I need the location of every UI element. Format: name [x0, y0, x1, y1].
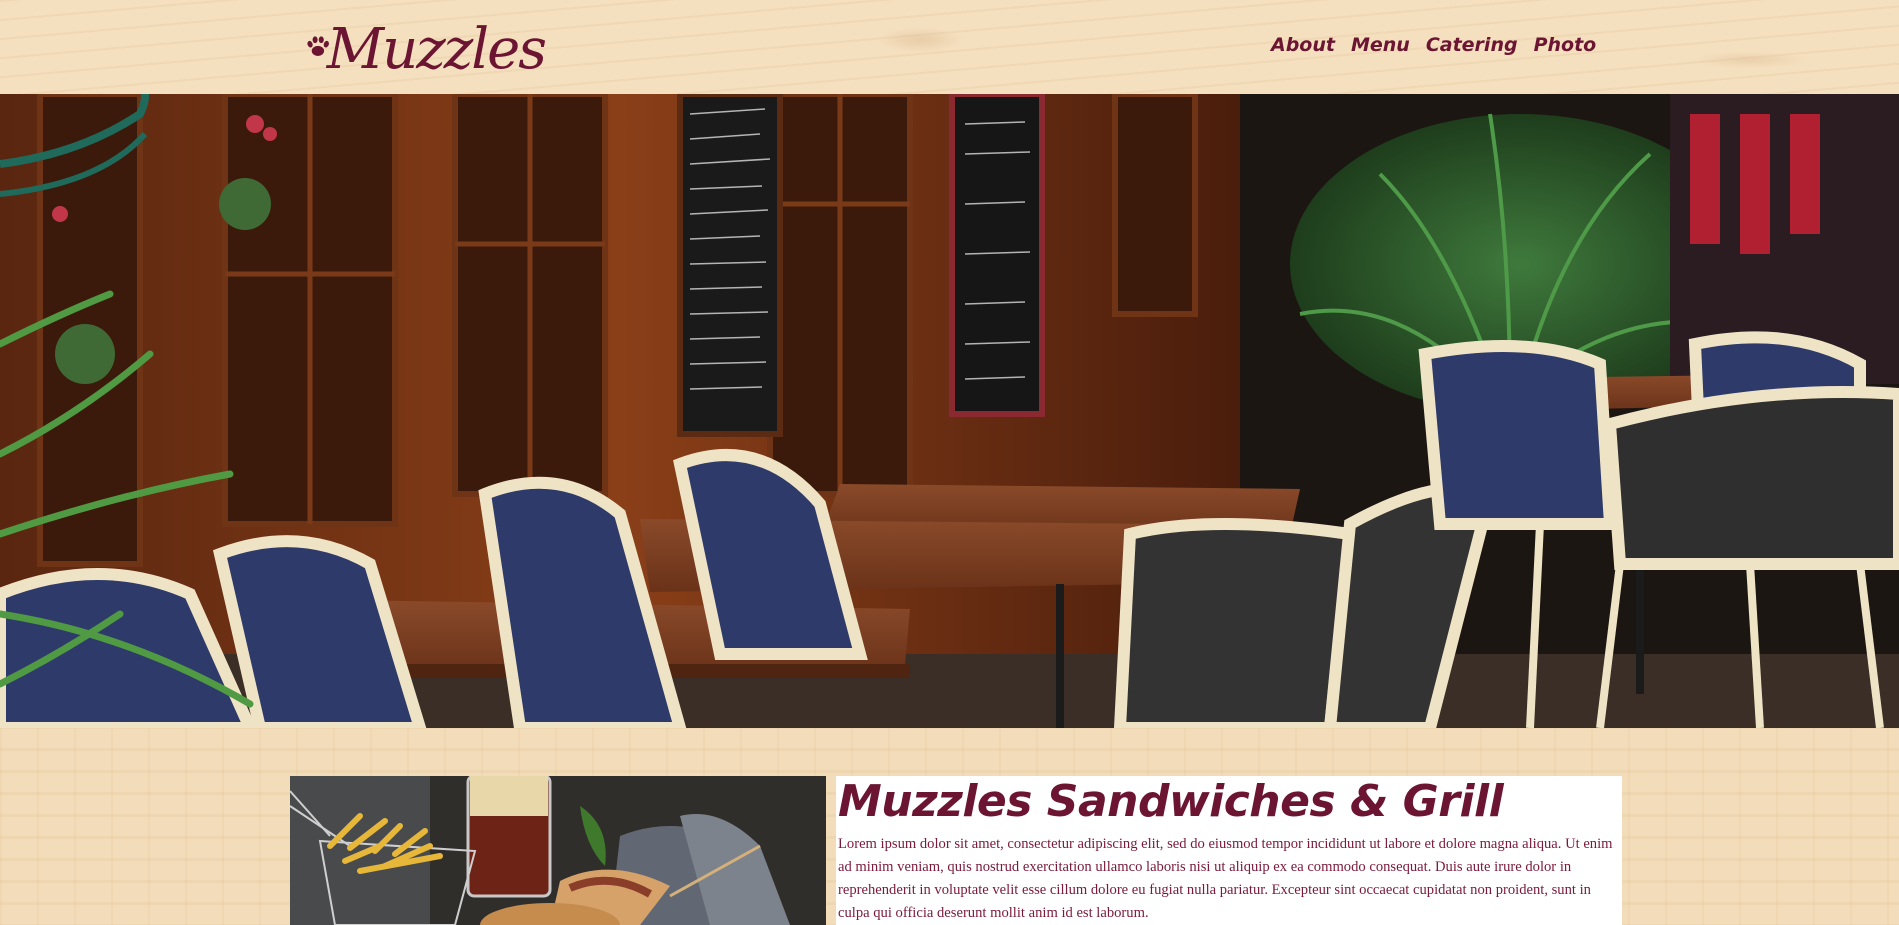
- nav-about[interactable]: About: [1271, 34, 1335, 56]
- nav-menu[interactable]: Menu: [1351, 34, 1410, 56]
- nav-catering[interactable]: Catering: [1426, 34, 1518, 56]
- about-text: Lorem ipsum dolor sit amet, consectetur …: [838, 836, 1613, 921]
- page-title: Muzzles Sandwiches & Grill: [838, 776, 1504, 827]
- food-image: [290, 776, 826, 925]
- logo-text: Muzzles: [326, 17, 547, 82]
- site-header: Muzzles About Menu Catering Photo: [0, 0, 1899, 94]
- hero-image: [0, 94, 1899, 728]
- about-card: Muzzles Sandwiches & Grill Lorem ipsum d…: [836, 776, 1622, 925]
- main-nav: About Menu Catering Photo: [1271, 34, 1596, 56]
- logo[interactable]: Muzzles: [305, 12, 547, 88]
- nav-photo[interactable]: Photo: [1534, 34, 1597, 56]
